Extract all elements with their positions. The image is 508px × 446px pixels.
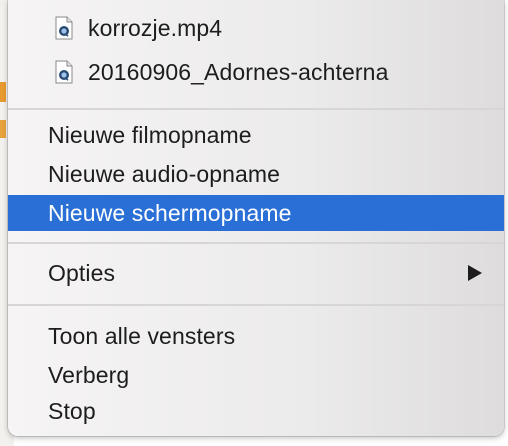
recent-file-item[interactable]: korrozje.mp4 — [8, 10, 504, 46]
recent-file-item[interactable]: 20160906_Adornes-achterna — [8, 54, 504, 90]
menu-item-label: Nieuwe audio-opname — [48, 160, 281, 187]
hide-item[interactable]: Verberg — [8, 357, 504, 393]
menu-item-label: Toon alle vensters — [48, 322, 236, 349]
new-screen-recording-item[interactable]: Nieuwe schermopname — [8, 195, 504, 231]
menu-separator — [8, 242, 504, 244]
menu-separator — [8, 304, 504, 306]
new-audio-recording-item[interactable]: Nieuwe audio-opname — [8, 156, 504, 192]
quicktime-file-icon — [55, 16, 73, 40]
show-all-windows-item[interactable]: Toon alle vensters — [8, 318, 504, 354]
submenu-arrow-icon — [468, 265, 482, 281]
dock-context-menu: korrozje.mp4 20160906_Adornes-achterna N… — [8, 0, 504, 436]
desktop-window-fragment — [0, 120, 6, 138]
menu-item-label: Opties — [48, 259, 116, 286]
menu-item-label: Stop — [48, 397, 96, 424]
menu-item-label: Nieuwe filmopname — [48, 121, 252, 148]
menu-item-label: Nieuwe schermopname — [48, 199, 292, 226]
quicktime-file-icon — [55, 60, 73, 84]
recent-file-label: 20160906_Adornes-achterna — [88, 58, 389, 85]
quit-item[interactable]: Stop — [8, 393, 504, 429]
options-submenu-item[interactable]: Opties — [8, 255, 504, 291]
menu-item-label: Verberg — [48, 361, 130, 388]
desktop-window-fragment — [0, 82, 6, 102]
recent-file-label: korrozje.mp4 — [88, 14, 223, 41]
new-movie-recording-item[interactable]: Nieuwe filmopname — [8, 117, 504, 153]
menu-separator — [8, 108, 504, 110]
